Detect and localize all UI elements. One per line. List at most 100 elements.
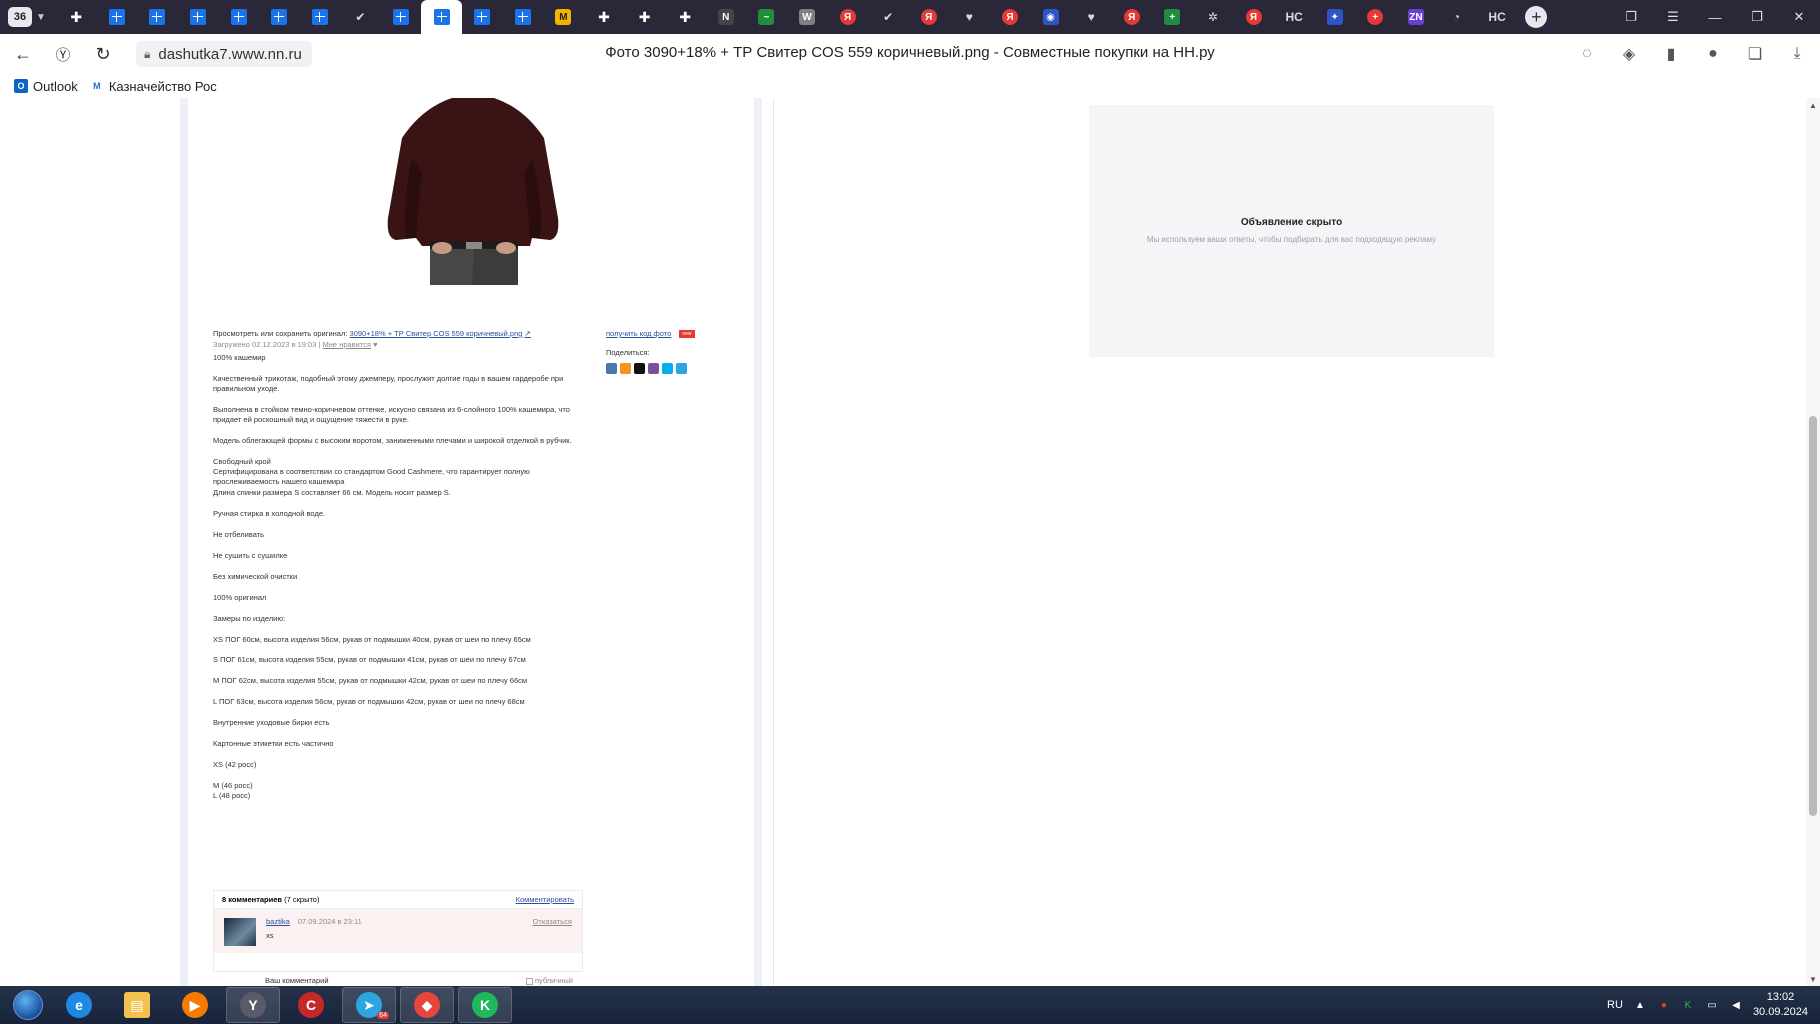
browser-tab[interactable]: ✚ <box>665 0 706 34</box>
browser-tab[interactable]: ✦ <box>1314 0 1355 34</box>
browser-tab[interactable]: ♥ <box>949 0 990 34</box>
taskbar-app-button[interactable]: Y <box>226 987 280 1023</box>
browser-tab[interactable]: N <box>706 0 747 34</box>
browser-tab[interactable]: ✔ <box>340 0 381 34</box>
browser-tab[interactable]: + <box>1355 0 1396 34</box>
yandex-icon[interactable]: Ⓨ <box>46 37 80 71</box>
taskbar-app-button[interactable]: C <box>284 987 338 1023</box>
profile-avatar[interactable]: ● <box>1700 37 1726 71</box>
public-checkbox-label: публичный <box>534 976 573 985</box>
browser-tab[interactable]: ♥ <box>1071 0 1112 34</box>
taskbar-app-button[interactable]: ➤ 64 <box>342 987 396 1023</box>
bookmark-icon[interactable]: ▮ <box>1658 37 1684 71</box>
ok-icon[interactable] <box>620 363 631 375</box>
taskbar-app-button[interactable]: K <box>458 987 512 1023</box>
reload-button[interactable]: ↻ <box>86 37 120 71</box>
bookmarks-panel-icon[interactable]: ❐ <box>1610 0 1652 34</box>
collections-icon[interactable]: ❏ <box>1742 37 1768 71</box>
browser-tab[interactable]: Я <box>990 0 1031 34</box>
tab-favicon-icon <box>474 9 491 25</box>
tab-favicon-icon: + <box>1367 9 1384 25</box>
bookmark-outlook[interactable]: O Outlook <box>14 79 78 94</box>
comments-hidden-count: (7 скрыто) <box>284 895 320 904</box>
start-button[interactable] <box>8 986 48 1024</box>
close-button[interactable]: ✕ <box>1778 0 1820 34</box>
comment-author[interactable]: baztika <box>266 917 290 926</box>
add-comment-link[interactable]: Комментировать <box>516 895 574 904</box>
kontur-tray-icon[interactable]: K <box>1681 998 1695 1012</box>
back-button[interactable]: ← <box>6 37 40 71</box>
browser-tab[interactable]: ✔ <box>868 0 909 34</box>
ie-icon: e <box>66 992 92 1018</box>
browser-tab[interactable]: ✚ <box>56 0 97 34</box>
taskbar-app-button[interactable]: ◆ <box>400 987 454 1023</box>
scroll-up-icon[interactable]: ▲ <box>1806 98 1820 112</box>
skype-icon[interactable] <box>662 363 673 375</box>
reject-link[interactable]: Отказаться <box>533 917 572 926</box>
page-scrollbar[interactable]: ▲ ▼ <box>1806 98 1820 986</box>
browser-tab[interactable]: Я <box>908 0 949 34</box>
browser-tab[interactable]: M <box>543 0 584 34</box>
browser-tab[interactable]: ~ <box>746 0 787 34</box>
volume-icon[interactable]: ◀ <box>1729 998 1743 1012</box>
original-file-link[interactable]: 3090+18% + ТР Свитер COS 559 коричневый.… <box>350 329 523 338</box>
browser-tab[interactable]: ◉ <box>1030 0 1071 34</box>
browser-tab[interactable] <box>259 0 300 34</box>
tab-count-badge[interactable]: 36 <box>8 7 32 27</box>
browser-tab[interactable]: ✚ <box>624 0 665 34</box>
telegram-icon[interactable] <box>676 363 687 375</box>
browser-tab[interactable] <box>300 0 341 34</box>
get-photo-code-link[interactable]: получить код фото <box>606 329 671 338</box>
browser-tab[interactable] <box>462 0 503 34</box>
product-photo[interactable] <box>382 98 564 285</box>
network-icon[interactable]: ▭ <box>1705 998 1719 1012</box>
tray-expand-icon[interactable]: ▲ <box>1633 998 1647 1012</box>
taskbar-app-button[interactable]: e <box>52 987 106 1023</box>
clock[interactable]: 13:02 30.09.2024 <box>1753 990 1808 1020</box>
browser-tab[interactable]: ◔ <box>1436 0 1477 34</box>
minimize-button[interactable]: — <box>1694 0 1736 34</box>
browser-tab[interactable]: Я <box>827 0 868 34</box>
x-icon[interactable] <box>634 363 645 375</box>
browser-tab[interactable]: + <box>1152 0 1193 34</box>
bookmark-treasury[interactable]: M Казначейство Рос <box>90 79 217 94</box>
browser-tab[interactable] <box>137 0 178 34</box>
scroll-thumb[interactable] <box>1809 416 1817 816</box>
browser-tab[interactable]: HC <box>1477 0 1518 34</box>
browser-tab[interactable] <box>381 0 422 34</box>
browser-tab[interactable]: HC <box>1274 0 1315 34</box>
browser-tab[interactable] <box>218 0 259 34</box>
scroll-down-icon[interactable]: ▼ <box>1806 972 1820 986</box>
browser-tab[interactable]: ZN <box>1396 0 1437 34</box>
new-tab-button[interactable]: + <box>1525 6 1548 28</box>
browser-tab[interactable]: Я <box>1233 0 1274 34</box>
viber-icon[interactable] <box>648 363 659 375</box>
browser-tab[interactable] <box>178 0 219 34</box>
language-indicator[interactable]: RU <box>1607 999 1623 1011</box>
protect-icon[interactable]: ◈ <box>1616 37 1642 71</box>
public-checkbox[interactable] <box>525 977 533 985</box>
treasury-icon: M <box>93 81 101 91</box>
share-label: Поделиться: <box>606 348 650 358</box>
taskbar-app-button[interactable]: ▶ <box>168 987 222 1023</box>
tab-strip: 36 ▼ ✚ ✔ M ✚ ✚ ✚ N ~ W Я ✔ Я ♥ Я ◉ ♥ Я + ✲ Я HC ✦ + ZN ◔ HC + ❐ ☰… <box>0 0 1820 34</box>
avatar[interactable] <box>224 918 256 946</box>
browser-tab[interactable] <box>97 0 138 34</box>
chevron-down-icon[interactable]: ▼ <box>32 7 50 27</box>
like-button[interactable]: Мне нравится <box>323 340 371 349</box>
menu-icon[interactable]: ☰ <box>1652 0 1694 34</box>
vk-icon[interactable] <box>606 363 617 375</box>
reader-icon[interactable]: ◌ <box>1574 37 1600 71</box>
browser-tab[interactable] <box>421 0 462 34</box>
browser-tab[interactable]: Я <box>1111 0 1152 34</box>
tab-favicon-icon: ✦ <box>1326 9 1343 25</box>
tray-app-icon[interactable]: ● <box>1657 998 1671 1012</box>
browser-tab[interactable]: ✚ <box>584 0 625 34</box>
restore-button[interactable]: ❐ <box>1736 0 1778 34</box>
browser-tab[interactable] <box>503 0 544 34</box>
browser-tab[interactable]: ✲ <box>1193 0 1234 34</box>
downloads-icon[interactable]: ⤓ <box>1784 37 1810 71</box>
url-field[interactable]: 🔒︎ dashutka7.www.nn.ru <box>136 41 312 67</box>
taskbar-app-button[interactable]: ▤ <box>110 987 164 1023</box>
browser-tab[interactable]: W <box>787 0 828 34</box>
